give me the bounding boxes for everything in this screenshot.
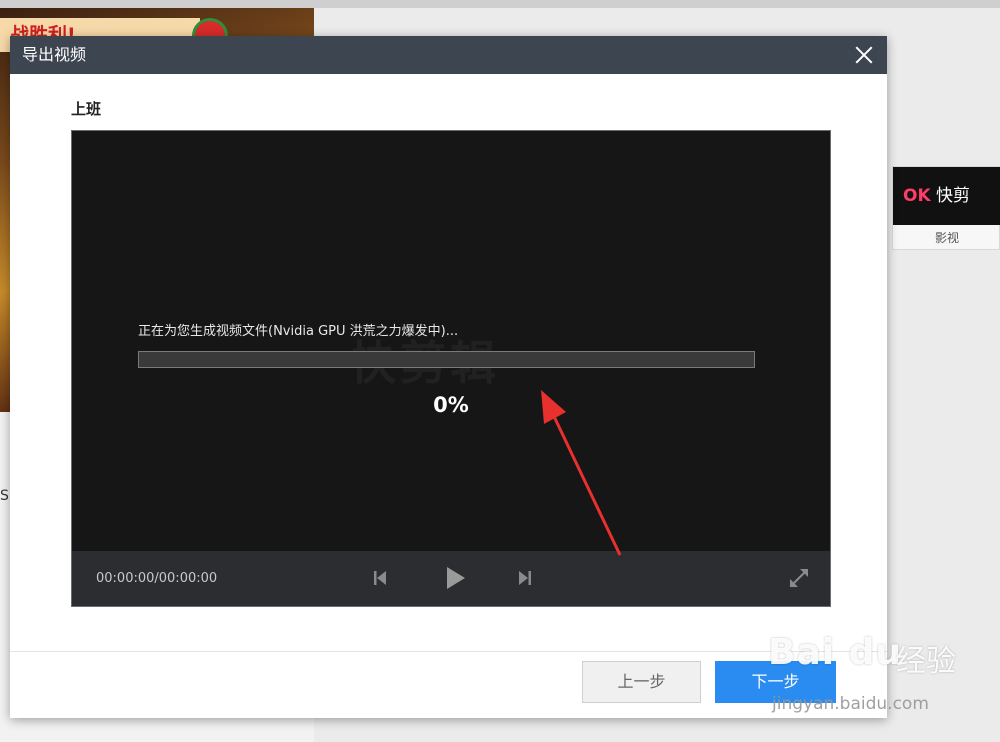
card-logo: OK 快剪: [893, 167, 1000, 225]
export-status-text: 正在为您生成视频文件(Nvidia GPU 洪荒之力爆发中)...: [138, 324, 459, 339]
player-controls-bar: 00:00:00/00:00:00: [72, 551, 830, 606]
next-step-button[interactable]: 下一步: [715, 661, 836, 703]
export-progress-percent: 0%: [433, 393, 469, 417]
footer-divider: [10, 651, 887, 652]
time-readout: 00:00:00/00:00:00: [96, 571, 218, 586]
card-logo-brand: OK: [903, 186, 931, 206]
card-logo-text: 快剪: [936, 186, 971, 206]
background-topbar: [0, 0, 1000, 8]
skip-back-icon[interactable]: [365, 563, 395, 593]
play-icon[interactable]: [438, 561, 472, 595]
previous-step-button[interactable]: 上一步: [582, 661, 701, 703]
fullscreen-icon[interactable]: [784, 563, 814, 593]
video-preview-player: 快剪辑 正在为您生成视频文件(Nvidia GPU 洪荒之力爆发中)... 0%…: [71, 130, 831, 607]
card-label: 影视: [934, 231, 959, 245]
skip-forward-icon[interactable]: [510, 563, 540, 593]
export-progress-bar: [138, 351, 755, 368]
dialog-title: 导出视频: [22, 45, 87, 64]
export-video-dialog: 导出视频 上班 快剪辑 正在为您生成视频文件(Nvidia GPU 洪荒之力爆发…: [10, 36, 887, 718]
close-icon[interactable]: [851, 42, 877, 68]
project-name: 上班: [71, 100, 102, 118]
background-partial-text: S: [0, 488, 9, 504]
dialog-header: 导出视频: [10, 36, 887, 74]
background-template-card[interactable]: OK 快剪 影视: [892, 166, 1000, 250]
